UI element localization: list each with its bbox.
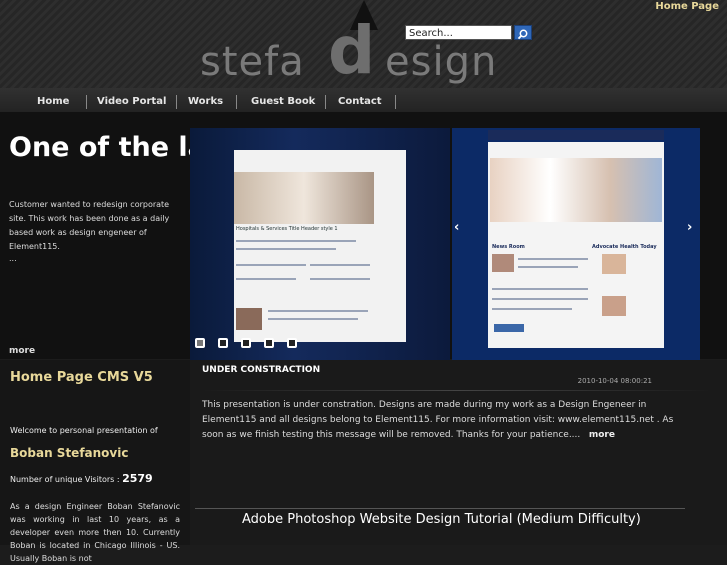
slider-dot[interactable] (287, 338, 297, 348)
slide-description: Customer wanted to redesign corporate si… (9, 200, 170, 251)
site-logo[interactable]: stefa d esign (200, 0, 540, 88)
post-date: 2010-10-04 08:00:21 (577, 377, 652, 385)
screenshot-section-title: News Room (492, 244, 525, 250)
text-line (518, 266, 578, 268)
text-line (236, 264, 306, 266)
screenshot-heading: Hospitals & Services Title Header style … (236, 226, 338, 232)
search-input[interactable]: Search... (405, 25, 512, 40)
author-name: Boban Stefanovic (10, 446, 129, 460)
nav-separator (325, 95, 326, 109)
text-line (310, 278, 370, 280)
nav-contact[interactable]: Contact (338, 88, 382, 112)
nav-separator (86, 95, 87, 109)
post-title: UNDER CONSTRACTION (202, 365, 321, 375)
nav-separator (176, 95, 177, 109)
slider-next-arrow[interactable]: › (687, 220, 692, 235)
text-line (518, 258, 588, 260)
slider-dot[interactable] (218, 338, 228, 348)
sidebar-heading: Home Page CMS V5 (10, 370, 153, 385)
search-icon (517, 29, 528, 40)
sidebar: Home Page CMS V5 Welcome to personal pre… (0, 360, 190, 563)
slide-screenshot-right[interactable]: News Room Advocate Health Today (452, 128, 700, 360)
text-line (236, 240, 356, 242)
main-navigation: Home Video Portal Works Guest Book Conta… (0, 88, 727, 112)
screenshot-heading: Advocate Health Today (592, 244, 657, 250)
tutorial-title[interactable]: Adobe Photoshop Website Design Tutorial … (242, 512, 641, 527)
divider (202, 390, 712, 391)
post-more-link[interactable]: more (589, 430, 615, 440)
text-line (492, 288, 588, 290)
thumbnail-image (602, 254, 626, 274)
slider-dot[interactable] (264, 338, 274, 348)
logo-d-letter: d (328, 12, 376, 89)
nav-separator (395, 95, 396, 109)
divider (195, 508, 685, 509)
site-header: Home Page stefa d esign Search... (0, 0, 727, 88)
nav-separator (236, 95, 237, 109)
thumbnail-image (492, 254, 514, 272)
slide-more-link[interactable]: more (9, 346, 35, 356)
nav-home[interactable]: Home (37, 88, 69, 112)
author-bio: As a design Engineer Boban Stefanovic wa… (10, 502, 180, 563)
visitor-counter: Number of unique Visitors : 2579 (10, 472, 153, 485)
slider-dot-active[interactable] (195, 338, 205, 348)
post-body: This presentation is under constration. … (202, 398, 692, 443)
logo-text-right: esign (385, 39, 498, 85)
sidebar-welcome: Welcome to personal presentation of (10, 426, 158, 435)
visitor-label: Number of unique Visitors : (10, 475, 123, 484)
thumbnail-image (236, 308, 262, 330)
logo-text-left: stefa (200, 39, 305, 85)
slide-ellipsis: ... (9, 254, 17, 263)
text-line (268, 318, 358, 320)
social-icons (494, 324, 524, 332)
nav-video-portal[interactable]: Video Portal (97, 88, 166, 112)
text-line (236, 248, 336, 250)
screenshot-hero-image (234, 172, 374, 224)
slider-prev-arrow[interactable]: ‹ (454, 220, 459, 235)
slide-screenshot-left[interactable]: Hospitals & Services Title Header style … (190, 128, 450, 360)
slider-dot[interactable] (241, 338, 251, 348)
nav-works[interactable]: Works (188, 88, 223, 112)
main-content: UNDER CONSTRACTION 2010-10-04 08:00:21 T… (190, 360, 727, 545)
visitor-count: 2579 (122, 472, 153, 485)
search-button[interactable] (514, 25, 532, 40)
text-line (268, 310, 368, 312)
screenshot-topbar (488, 130, 664, 140)
screenshot-hero-image (490, 158, 662, 222)
text-line (492, 308, 572, 310)
featured-slider: One of the latest Customer wanted to red… (0, 112, 727, 360)
text-line (236, 278, 296, 280)
text-line (492, 298, 588, 300)
nav-guest-book[interactable]: Guest Book (251, 88, 315, 112)
home-page-link[interactable]: Home Page (655, 1, 719, 12)
text-line (310, 264, 370, 266)
thumbnail-image (602, 296, 626, 316)
